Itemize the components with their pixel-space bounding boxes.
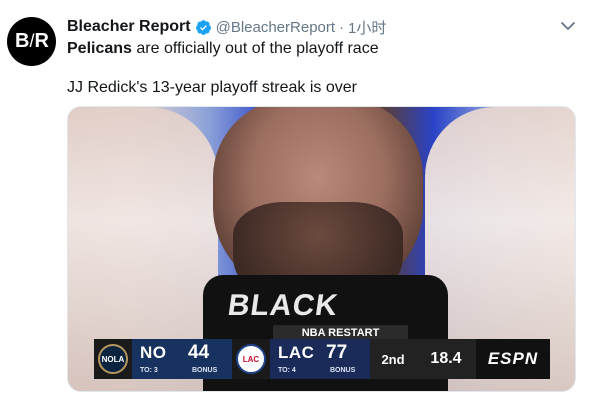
avatar-letter-b: B — [15, 30, 29, 52]
away-team-score: LAC 77 TO: 4 BONUS — [270, 339, 370, 379]
game-period: 2nd — [370, 339, 416, 379]
clippers-logo-icon: LAC — [236, 344, 266, 374]
author-handle[interactable]: @BleacherReport — [216, 19, 335, 36]
home-team-timeouts: TO: 3 — [140, 367, 158, 374]
pelicans-logo-icon: NOLA — [98, 344, 128, 374]
shirt-text: BLACK — [225, 289, 341, 322]
tweet-text-line-1: Pelicans are officially out of the playo… — [67, 40, 379, 58]
game-clock: 18.4 — [416, 339, 476, 379]
tweet-timestamp[interactable]: 1小时 — [348, 17, 386, 38]
home-team-logo: NOLA — [94, 339, 132, 379]
scoreboard-title: NBA RESTART — [273, 325, 408, 340]
scoreboard: NOLA NO 44 TO: 3 BONUS LAC LAC 77 TO: 4 … — [94, 339, 550, 379]
tweet-text-rest: are officially out of the playoff race — [131, 40, 379, 57]
avatar[interactable]: B / R — [7, 17, 56, 66]
away-team-abbr: LAC — [278, 343, 315, 362]
tweet-text-bold: Pelicans — [67, 40, 132, 57]
home-team-bonus: BONUS — [192, 367, 218, 374]
home-team-points: 44 — [188, 342, 210, 363]
away-team-bonus: BONUS — [330, 367, 356, 374]
network-logo: ESPN — [476, 339, 550, 379]
tweet-text-line-2: JJ Redick's 13-year playoff streak is ov… — [67, 79, 357, 96]
away-team-logo: LAC — [232, 339, 270, 379]
avatar-slash: / — [29, 31, 34, 51]
avatar-letter-r: R — [34, 30, 49, 52]
away-team-points: 77 — [326, 342, 348, 363]
author-name[interactable]: Bleacher Report — [67, 18, 191, 36]
header-separator: · — [339, 18, 345, 36]
home-team-abbr: NO — [140, 343, 167, 362]
tweet-media-image[interactable]: BLACK NBA RESTART NOLA NO 44 TO: 3 BONUS… — [67, 106, 576, 392]
chevron-down-icon[interactable] — [560, 20, 576, 32]
away-team-timeouts: TO: 4 — [278, 367, 296, 374]
tweet[interactable]: B / R Bleacher Report @BleacherReport · 1小… — [0, 0, 602, 401]
tweet-header: Bleacher Report @BleacherReport · 1小时 — [67, 17, 386, 37]
home-team-score: NO 44 TO: 3 BONUS — [132, 339, 232, 379]
verified-badge-icon — [195, 19, 211, 35]
